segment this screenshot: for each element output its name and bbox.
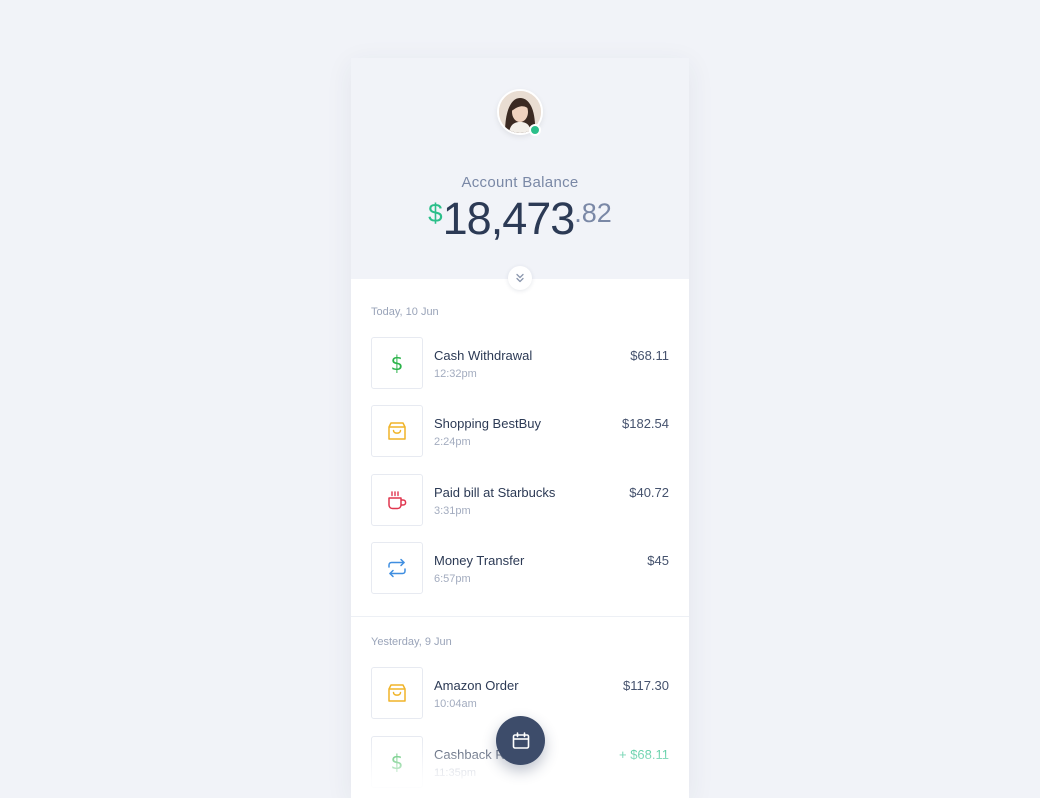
transaction-title: Money Transfer [434, 553, 525, 568]
transaction-amount: $45 [647, 553, 669, 568]
transaction-title: Shopping BestBuy [434, 416, 541, 431]
user-avatar[interactable] [497, 89, 543, 136]
balance-label: Account Balance [461, 174, 579, 191]
section-date-label: Yesterday, 9 Jun [371, 636, 452, 648]
transaction-title: Amazon Order [434, 678, 519, 693]
balance-amount: $18,473.82 [351, 192, 689, 246]
transaction-title: Cashback R [434, 747, 505, 762]
coffee-cup-icon [371, 474, 423, 526]
transaction-time: 6:57pm [434, 573, 471, 585]
section-date-label: Today, 10 Jun [371, 306, 439, 318]
transaction-time: 10:04am [434, 698, 477, 710]
transaction-amount: + $68.11 [618, 747, 669, 762]
calendar-icon [512, 731, 529, 749]
shopping-bag-icon [371, 405, 423, 457]
transaction-row[interactable]: Paid bill at Starbucks 3:31pm $40.72 [371, 474, 669, 526]
transaction-time: 3:31pm [434, 505, 471, 517]
online-status-dot [529, 124, 541, 136]
dollar-icon: $ [371, 337, 423, 389]
balance-major: 18,473 [442, 193, 576, 244]
transaction-time: 12:32pm [434, 368, 477, 380]
transaction-row[interactable]: Shopping BestBuy 2:24pm $182.54 [371, 405, 669, 457]
svg-text:$: $ [391, 351, 404, 375]
balance-currency: $ [428, 198, 443, 228]
account-card: Account Balance $18,473.82 Today, 10 Jun… [351, 58, 689, 798]
calendar-button[interactable] [496, 716, 545, 765]
dollar-icon: $ [371, 736, 423, 788]
transaction-amount: $117.30 [622, 678, 669, 693]
transaction-time: 2:24pm [434, 436, 471, 448]
transaction-time: 11:35pm [434, 767, 476, 779]
transfer-icon [371, 542, 423, 594]
shopping-bag-icon [371, 667, 423, 719]
transaction-row[interactable]: Money Transfer 6:57pm $45 [371, 542, 669, 594]
svg-text:$: $ [391, 750, 404, 774]
balance-header: Account Balance $18,473.82 [351, 58, 689, 279]
transaction-title: Paid bill at Starbucks [434, 485, 556, 500]
transaction-row[interactable]: Amazon Order 10:04am $117.30 [371, 667, 669, 719]
transaction-row[interactable]: $ Cash Withdrawal 12:32pm $68.11 [371, 337, 669, 389]
double-chevron-down-icon [516, 273, 524, 283]
transaction-amount: $182.54 [622, 416, 669, 431]
transaction-title: Cash Withdrawal [434, 348, 533, 363]
section-divider [351, 616, 689, 617]
expand-button[interactable] [508, 266, 532, 290]
transaction-amount: $40.72 [629, 485, 669, 500]
transaction-amount: $68.11 [630, 348, 669, 363]
balance-minor: .82 [574, 198, 612, 228]
